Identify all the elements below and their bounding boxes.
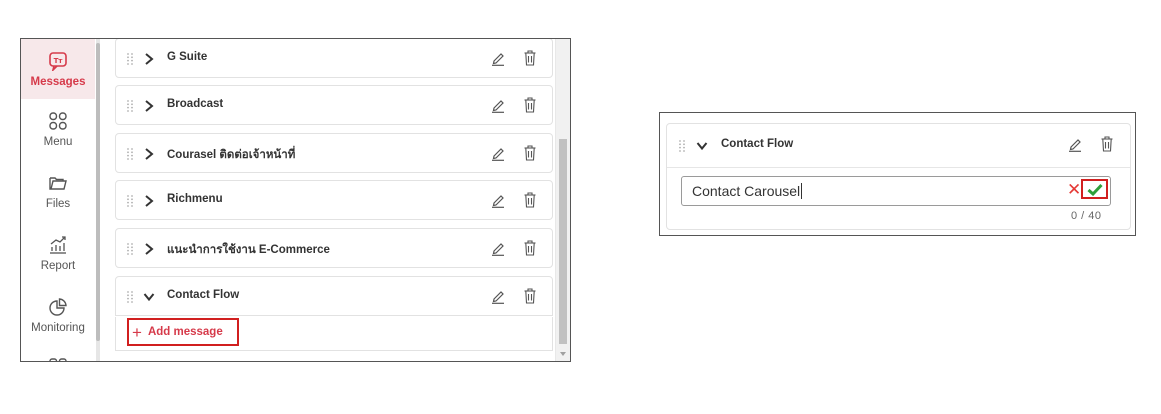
drag-handle-icon[interactable] [127, 291, 133, 303]
content-scrollbar[interactable] [555, 39, 570, 361]
chevron-down-icon[interactable] [696, 139, 708, 153]
trash-icon[interactable] [1101, 136, 1113, 152]
sidebar-item-label: Files [45, 198, 71, 210]
group-name-input[interactable]: Contact Carousel [681, 176, 1111, 206]
trash-icon[interactable] [524, 145, 536, 161]
group-title: Contact Flow [721, 138, 794, 150]
cancel-edit-icon[interactable]: ✕ [1067, 179, 1081, 201]
group-title: G Suite [167, 51, 208, 63]
add-message-button[interactable]: + Add message [127, 318, 239, 346]
scroll-down-arrow-icon[interactable] [560, 352, 566, 356]
drag-handle-icon[interactable] [127, 100, 133, 112]
chevron-right-icon[interactable] [143, 147, 155, 161]
trash-icon[interactable] [524, 288, 536, 304]
trash-icon[interactable] [524, 97, 536, 113]
rename-group-panel: Contact Flow Contact Carousel ✕ 0 / 40 [659, 112, 1136, 236]
sidebar-item-more[interactable] [21, 355, 95, 361]
chevron-right-icon[interactable] [143, 194, 155, 208]
chevron-right-icon[interactable] [143, 99, 155, 113]
drag-handle-icon[interactable] [127, 195, 133, 207]
sidebar-item-label: Monitoring [31, 322, 85, 334]
pencil-icon[interactable] [491, 146, 505, 161]
message-group-row[interactable]: G Suite [115, 39, 553, 78]
drag-handle-icon[interactable] [679, 140, 685, 152]
sidebar-item-report[interactable]: Report [21, 233, 95, 288]
sidebar: Tт Messages Menu Files Report Monitoring [21, 39, 95, 361]
message-group-row[interactable]: Courasel ติดต่อเจ้าหน้าที่ [115, 133, 553, 173]
more-icon [49, 355, 67, 361]
drag-handle-icon[interactable] [127, 243, 133, 255]
drag-handle-icon[interactable] [127, 148, 133, 160]
menu-grid-icon [49, 109, 67, 133]
sidebar-item-label: Messages [30, 76, 86, 88]
sidebar-item-monitoring[interactable]: Monitoring [21, 295, 95, 350]
text-caret [801, 183, 803, 199]
chart-icon [49, 233, 67, 257]
drag-handle-icon[interactable] [127, 53, 133, 65]
folder-icon [49, 171, 67, 195]
pencil-icon[interactable] [491, 98, 505, 113]
message-group-row-expanded[interactable]: Contact Flow [115, 276, 553, 316]
sidebar-item-messages[interactable]: Tт Messages [21, 39, 95, 99]
character-counter: 0 / 40 [1071, 210, 1102, 222]
group-title: Richmenu [167, 193, 223, 205]
pencil-icon[interactable] [1068, 137, 1082, 152]
group-title: Courasel ติดต่อเจ้าหน้าที่ [167, 149, 296, 161]
sidebar-item-label: Menu [43, 136, 73, 148]
sidebar-item-files[interactable]: Files [21, 171, 95, 226]
svg-text:Tт: Tт [54, 57, 64, 65]
group-name-value: Contact Carousel [692, 183, 801, 199]
confirm-edit-button[interactable] [1081, 179, 1108, 199]
chevron-down-icon[interactable] [143, 290, 155, 304]
sidebar-item-menu[interactable]: Menu [21, 109, 95, 164]
pencil-icon[interactable] [491, 241, 505, 256]
message-group-list: G Suite Broadcast Courasel ติดต่อเจ้าหน้… [101, 39, 556, 361]
group-title: Broadcast [167, 98, 224, 110]
sidebar-scrollbar[interactable] [96, 39, 100, 361]
pencil-icon[interactable] [491, 193, 505, 208]
message-group-row[interactable]: แนะนำการใช้งาน E-Commerce [115, 228, 553, 268]
trash-icon[interactable] [524, 192, 536, 208]
group-title: แนะนำการใช้งาน E-Commerce [167, 244, 330, 256]
checkmark-icon [1087, 183, 1103, 196]
messages-icon: Tт [48, 49, 68, 73]
pencil-icon[interactable] [491, 51, 505, 66]
group-title: Contact Flow [167, 289, 240, 301]
sidebar-scroll-thumb[interactable] [96, 43, 100, 341]
message-group-row[interactable]: Richmenu [115, 180, 553, 220]
message-group-card: Contact Flow Contact Carousel ✕ 0 / 40 [666, 123, 1131, 230]
message-group-row[interactable]: Broadcast [115, 85, 553, 125]
add-message-label: Add message [147, 326, 223, 338]
chevron-right-icon[interactable] [143, 52, 155, 66]
plus-icon: + [132, 322, 142, 342]
messages-panel: Tт Messages Menu Files Report Monitoring… [20, 38, 571, 362]
message-group-header[interactable]: Contact Flow [667, 124, 1130, 168]
pencil-icon[interactable] [491, 289, 505, 304]
pie-chart-icon [49, 295, 67, 319]
trash-icon[interactable] [524, 240, 536, 256]
sidebar-item-label: Report [40, 260, 76, 272]
chevron-right-icon[interactable] [143, 242, 155, 256]
trash-icon[interactable] [524, 50, 536, 66]
content-scroll-thumb[interactable] [559, 139, 567, 344]
